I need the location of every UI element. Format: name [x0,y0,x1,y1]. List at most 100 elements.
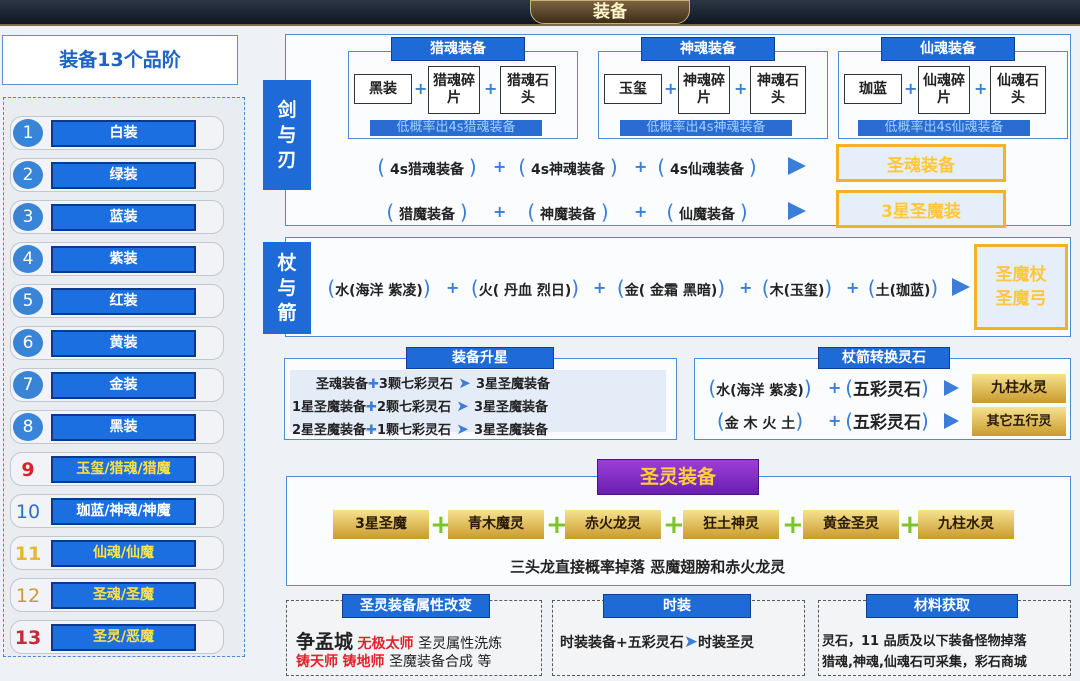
equip-chip: ( 猎魔装备 ) [386,200,468,224]
convert-result: 九柱水灵 [972,374,1066,403]
plus-icon: + [634,157,648,176]
upgrade-row: 2星圣魔装备✚1颗七彩灵石 ➤ 3星圣魔装备 [292,420,549,438]
staff-label-char: 杖 [277,251,297,274]
equip-chip: ( 4s神魂装备 ) [518,155,618,179]
plus-icon: + [493,202,507,221]
plus-icon: + [828,378,842,397]
grade-number: 2 [13,161,43,189]
grades-panel: 1 白装 2 绿装 3 蓝装 4 紫装 5 红装 6 黄装 7 金装 8 黑装 9 玉玺/猎魂/猎… [3,97,245,657]
grade-number: 3 [13,203,43,231]
plus-icon: + [634,202,648,221]
material-box: 神魂石头 [750,66,806,114]
fashion-a: 时装装备+五彩灵石 [560,635,684,651]
chip-text: 金( 金霜 黑暗) [624,283,718,299]
holy-title: 圣灵装备 [597,459,759,495]
grade-label: 玉玺/猎魂/猎魔 [51,456,196,483]
equip-chip: ( 4s仙魂装备 ) [657,155,757,179]
staff-label-char: 箭 [277,301,297,324]
grade-number: 10 [15,501,41,523]
material-box: 仙魂石头 [990,66,1046,114]
grade-label: 黄装 [51,330,196,357]
material-box: 猎魂石头 [500,66,556,114]
plus-icon: + [739,278,753,297]
upgrade-row: 圣魂装备✚3颗七彩灵石 ➤ 3星圣魔装备 [316,374,551,392]
plus-icon: + [446,278,460,297]
material-box: 玉玺 [604,74,662,104]
element-chip: (金 木 火 土) [716,409,804,433]
group-note: 低概率出4s仙魂装备 [858,120,1030,136]
material-box: 神魂碎片 [678,66,730,114]
window-title: 装备 [530,0,690,24]
plus-icon: + [734,79,748,98]
grade-row-13[interactable]: 13 圣灵/恶魔 [10,620,224,654]
element-chip: (水(海洋 紫凌)) [708,376,812,400]
holy-chain-item: 青木魔灵 [448,510,544,539]
grade-label: 黑装 [51,414,196,441]
npc-name: 铸地师 [342,654,385,670]
plus-icon: + [663,510,685,540]
grade-row-2[interactable]: 2 绿装 [10,158,224,192]
city-name: 争孟城 [296,631,354,653]
chip-text: 五彩灵石 [853,413,921,433]
grade-row-6[interactable]: 6 黄装 [10,326,224,360]
convert-result: 其它五行灵 [972,407,1066,436]
grades-title: 装备13个品阶 [2,35,238,85]
grade-row-7[interactable]: 7 金装 [10,368,224,402]
arrow-right-icon [788,157,806,175]
material-box: 珈蓝 [844,74,902,104]
equip-chip: ( 4s猎魂装备 ) [377,155,477,179]
grade-number: 12 [15,585,41,607]
result-box: 圣魂装备 [836,144,1006,182]
group-title: 猎魂装备 [391,37,525,61]
plus-icon: + [664,79,678,98]
element-chip: (火( 丹血 烈日)) [470,276,580,300]
group-note: 低概率出4s神魂装备 [620,120,792,136]
element-chip: (木(玉玺)) [761,276,833,300]
holy-chain-item: 黄金圣灵 [803,510,899,539]
material-box: 猎魂碎片 [428,66,480,114]
grade-row-8[interactable]: 8 黑装 [10,410,224,444]
grade-number: 7 [13,371,43,399]
chip-text: 火( 丹血 烈日) [478,283,572,299]
grade-row-11[interactable]: 11 仙魂/仙魔 [10,536,224,570]
convert-title: 杖箭转换灵石 [818,347,950,369]
material-box: 黑装 [354,74,412,104]
chip-text: 4s神魂装备 [530,162,606,178]
grade-label: 金装 [51,372,196,399]
fashion-b: 时装圣灵 [697,635,754,651]
grade-number: 4 [13,245,43,273]
grade-label: 红装 [51,288,196,315]
upgrade-b: 2颗七彩灵石 [376,400,451,415]
plus-icon: + [484,79,498,98]
sword-label-char: 刃 [277,148,297,171]
grade-row-5[interactable]: 5 红装 [10,284,224,318]
arrow-right-icon [952,278,970,296]
plus-icon: + [846,278,860,297]
group-note: 低概率出4s猎魂装备 [370,120,542,136]
plus-icon: + [974,79,988,98]
equip-chip: ( 仙魔装备 ) [666,200,748,224]
grade-row-9[interactable]: 9 玉玺/猎魂/猎魔 [10,452,224,486]
holy-chain-item: 九柱水灵 [918,510,1014,539]
element-chip: (金( 金霜 黑暗)) [616,276,726,300]
grade-row-1[interactable]: 1 白装 [10,116,224,150]
holy-chain-item: 狂土神灵 [683,510,779,539]
upgrade-a: 1星圣魔装备 [292,400,367,415]
grade-label: 圣魂/圣魔 [51,582,196,609]
chip-text: 木(玉玺) [769,283,825,299]
upgrade-c: 3星圣魔装备 [474,423,549,438]
sword-label-char: 与 [277,123,297,146]
grade-row-10[interactable]: 10 珈蓝/神魂/神魔 [10,494,224,528]
grade-row-12[interactable]: 12 圣魂/圣魔 [10,578,224,612]
result-text: 圣魔杖 [995,265,1047,285]
chip-text: 水(海洋 紫凌) [335,283,423,299]
npc-name: 无极太师 [357,636,414,652]
attr-title: 圣灵装备属性改变 [342,594,490,618]
grade-number: 13 [14,627,42,649]
chip-text: 水(海洋 紫凌) [716,383,804,399]
grade-row-3[interactable]: 3 蓝装 [10,200,224,234]
grade-row-4[interactable]: 4 紫装 [10,242,224,276]
stone-chip: (五彩灵石) [845,409,929,433]
staff-label: 杖 与 箭 [263,242,311,334]
npc-name: 铸天师 [296,654,338,670]
